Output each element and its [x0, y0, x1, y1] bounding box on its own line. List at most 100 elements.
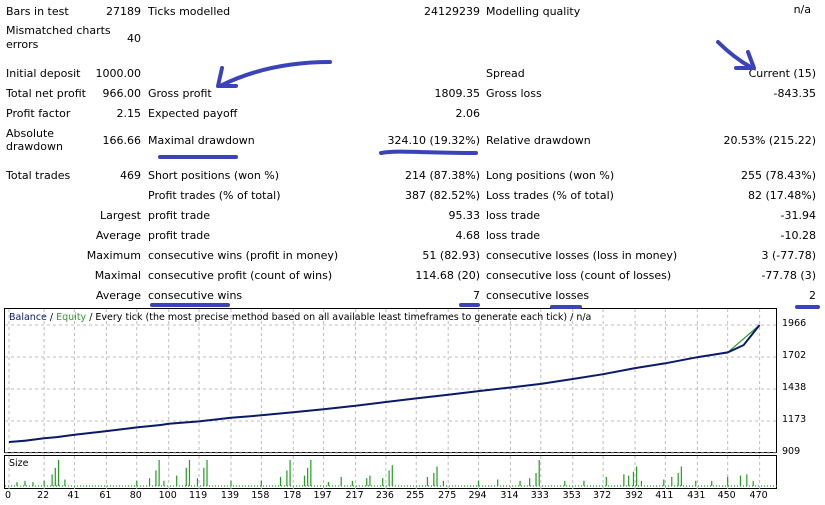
absolute-drawdown-value: 166.66	[102, 134, 142, 147]
x-tick-label: 314	[500, 490, 519, 501]
relative-drawdown-value: 20.53% (215.22)	[723, 134, 816, 147]
detail-right-label: consecutive losses	[486, 289, 590, 302]
profit-trades-value: 387 (82.52%)	[404, 189, 480, 202]
detail-right-label: loss trade	[486, 229, 541, 242]
chart-legend: Balance / Equity / Every tick (the most …	[9, 312, 591, 323]
gross-profit-label: Gross profit	[148, 87, 212, 100]
detail-prefix: Average	[95, 289, 141, 302]
x-tick-label: 139	[220, 490, 240, 501]
x-tick-label: 450	[717, 490, 736, 501]
ticks-modelled-label: Ticks modelled	[148, 5, 231, 18]
x-tick-label: 294	[468, 490, 487, 501]
modelling-quality-label: Modelling quality	[486, 5, 581, 18]
detail-left-label: consecutive wins	[148, 289, 243, 302]
modelling-quality-value: n/a	[793, 3, 811, 16]
gross-loss-value: -843.35	[773, 87, 816, 100]
detail-left-value: 114.68 (20)	[415, 269, 480, 282]
annotation-arrowhead-spread	[734, 50, 756, 70]
x-tick-label: 197	[313, 490, 332, 501]
maximal-drawdown-value: 324.10 (19.32%)	[387, 134, 480, 147]
x-tick-label: 333	[530, 490, 549, 501]
x-tick-label: 100	[158, 490, 177, 501]
legend-equity: Equity	[56, 312, 87, 323]
balance-chart: Balance / Equity / Every tick (the most …	[4, 308, 778, 454]
legend-separator: /	[46, 312, 57, 323]
annotation-arrowhead-gross-profit	[216, 66, 238, 88]
profit-trades-label: Profit trades (% of total)	[148, 189, 281, 202]
x-tick-label: 178	[283, 490, 302, 501]
x-tick-label: 61	[99, 490, 112, 501]
x-tick-label: 255	[406, 490, 425, 501]
detail-prefix: Average	[95, 229, 141, 242]
detail-left-label: profit trade	[148, 229, 211, 242]
detail-left-label: consecutive wins (profit in money)	[148, 249, 339, 262]
detail-prefix: Maximal	[94, 269, 141, 282]
legend-description: / Every tick (the most precise method ba…	[86, 312, 592, 323]
size-chart: Size	[4, 455, 778, 490]
y-tick-label: 1173	[782, 414, 807, 426]
mismatched-value: 40	[127, 32, 141, 45]
x-tick-label: 392	[624, 490, 644, 501]
loss-trades-value: 82 (17.48%)	[747, 189, 816, 202]
equity-line	[8, 324, 760, 443]
x-tick-label: 353	[562, 490, 581, 501]
annotation-underline-drawdown-value	[379, 149, 478, 155]
detail-right-label: consecutive loss (count of losses)	[486, 269, 672, 282]
size-chart-plot	[5, 456, 778, 490]
initial-deposit-value: 1000.00	[95, 67, 142, 80]
x-tick-label: 236	[375, 490, 394, 501]
gross-profit-value: 1809.35	[434, 87, 481, 100]
ticks-modelled-value: 24129239	[424, 5, 480, 18]
x-tick-label: 372	[593, 490, 612, 501]
bars-in-test-value: 27189	[106, 5, 141, 18]
x-tick-label: 0	[4, 490, 12, 501]
x-tick-label: 470	[749, 490, 768, 501]
y-tick-label: 1702	[782, 349, 807, 361]
annotation-arrow-gross-profit	[218, 60, 332, 88]
x-tick-label: 411	[655, 490, 674, 501]
spread-label: Spread	[486, 67, 525, 80]
total-net-profit-label: Total net profit	[6, 87, 86, 100]
initial-deposit-label: Initial deposit	[6, 67, 81, 80]
detail-left-label: profit trade	[148, 209, 211, 222]
x-tick-label: 22	[37, 490, 50, 501]
detail-right-value: -77.78 (3)	[761, 269, 816, 282]
balance-line	[8, 324, 761, 443]
gross-loss-label: Gross loss	[486, 87, 542, 100]
detail-prefix: Largest	[100, 209, 141, 222]
loss-trades-label: Loss trades (% of total)	[486, 189, 614, 202]
x-tick-label: 80	[129, 490, 142, 501]
short-positions-value: 214 (87.38%)	[404, 169, 480, 182]
bars-in-test-label: Bars in test	[6, 5, 69, 18]
total-trades-value: 469	[120, 169, 141, 182]
y-tick-label: 909	[782, 446, 801, 457]
detail-left-value: 4.68	[455, 229, 481, 242]
long-positions-value: 255 (78.43%)	[740, 169, 816, 182]
expected-payoff-label: Expected payoff	[148, 107, 238, 120]
x-tick-label: 217	[345, 490, 364, 501]
detail-prefix: Maximum	[86, 249, 141, 262]
detail-right-value: 2	[809, 289, 816, 302]
profit-factor-label: Profit factor	[6, 107, 71, 120]
y-tick-label: 1966	[782, 318, 807, 329]
x-tick-label: 158	[251, 490, 270, 501]
expected-payoff-value: 2.06	[455, 107, 481, 120]
absolute-drawdown-label-2: drawdown	[6, 140, 63, 153]
x-tick-label: 119	[188, 490, 208, 501]
total-net-profit-value: 966.00	[102, 87, 142, 100]
total-trades-label: Total trades	[6, 169, 71, 182]
long-positions-label: Long positions (won %)	[486, 169, 615, 182]
size-label: Size	[9, 458, 29, 469]
detail-left-value: 95.33	[448, 209, 481, 222]
detail-right-value: 3 (-77.78)	[761, 249, 816, 262]
mismatched-label-2: errors	[6, 38, 39, 51]
maximal-drawdown-label: Maximal drawdown	[148, 134, 255, 147]
detail-right-label: consecutive losses (loss in money)	[486, 249, 678, 262]
short-positions-label: Short positions (won %)	[148, 169, 280, 182]
x-tick-label: 431	[687, 490, 706, 501]
profit-factor-value: 2.15	[116, 107, 142, 120]
detail-left-label: consecutive profit (count of wins)	[148, 269, 333, 282]
spread-value: Current (15)	[748, 67, 816, 80]
detail-right-value: -31.94	[780, 209, 816, 222]
absolute-drawdown-label-1: Absolute	[6, 127, 55, 140]
